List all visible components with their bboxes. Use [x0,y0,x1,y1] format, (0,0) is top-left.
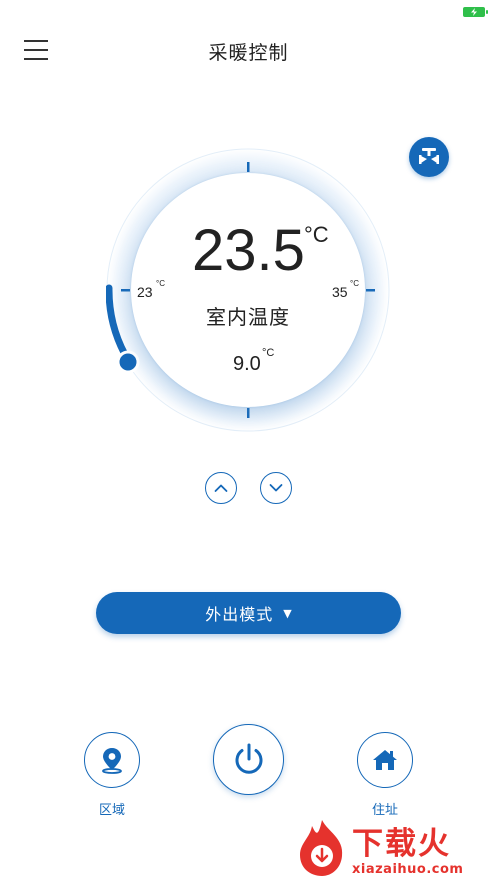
tick-right [366,289,375,292]
min-temperature: 23 [137,284,153,300]
watermark-text: 下载火 [352,826,451,862]
watermark: 下载火 xiazaihuo.com [290,814,497,883]
valve-icon [419,148,439,164]
address-button[interactable] [357,732,413,788]
current-temperature: 23.5 [192,218,305,283]
watermark-url: xiazaihuo.com [352,862,464,877]
tick-left [121,289,130,292]
tick-bottom [247,408,250,418]
set-temperature: 9.0 [233,353,261,375]
temperature-up-button[interactable] [205,472,237,504]
region-label: 区域 [98,803,125,818]
flame-logo-icon [300,820,343,876]
max-temperature: 35 [332,284,348,300]
mode-select-button[interactable]: 外出模式 ▼ [96,592,401,634]
mode-label: 外出模式 [205,605,274,624]
setpoint-handle[interactable] [116,350,140,374]
temperature-dial[interactable]: 23.5 °C 室内温度 9.0 °C 23 °C 35 °C [106,148,390,432]
location-pin-icon [102,748,122,774]
current-temperature-label: 室内温度 [206,305,290,329]
header: 采暖控制 [0,22,497,78]
home-icon [373,750,397,770]
caret-down-icon: ▼ [283,606,292,620]
battery-charging-icon [463,7,488,17]
tick-top [247,162,250,172]
min-temperature-unit: °C [156,279,165,288]
valve-button[interactable] [409,137,449,177]
power-icon [235,743,262,774]
page-title: 采暖控制 [208,42,289,64]
current-temperature-unit: °C [304,222,329,247]
temperature-down-button[interactable] [260,472,292,504]
status-bar [0,0,497,22]
chevron-up-icon [214,484,228,492]
chevron-down-icon [269,484,283,492]
set-temperature-unit: °C [262,347,275,359]
power-button[interactable] [213,724,284,795]
max-temperature-unit: °C [350,279,359,288]
heating-control-screen: 采暖控制 23.5 °C 室内温度 9.0 °C 23 °C 35 °C 外出模… [0,0,497,883]
region-button[interactable] [84,732,140,788]
